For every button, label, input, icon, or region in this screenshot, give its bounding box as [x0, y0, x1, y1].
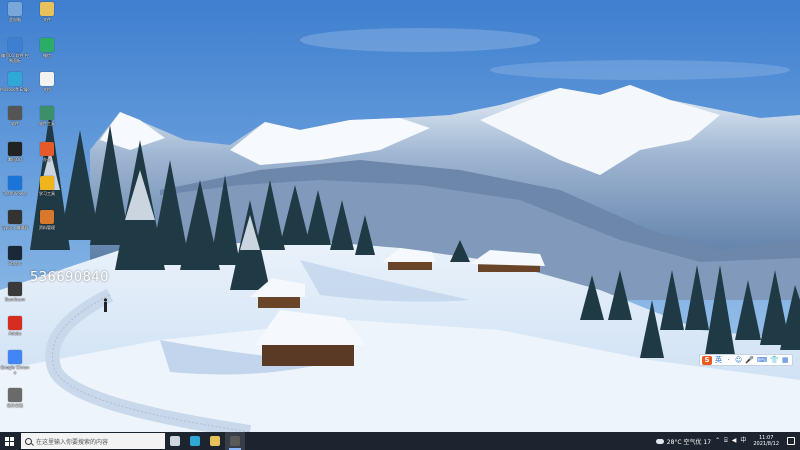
network-icon[interactable]: ⌸: [724, 438, 728, 444]
tool-icon: [40, 106, 54, 120]
taskbar-edge-button[interactable]: [185, 432, 205, 450]
desktop-icon[interactable]: 微信: [32, 38, 62, 58]
desktop-icon[interactable]: Typora 编辑器: [0, 210, 30, 230]
desktop-icon-label: Adobe: [8, 331, 22, 336]
desktop-icon[interactable]: Microsoft Edge: [0, 72, 30, 92]
taskbar: 在这里输入你要搜索的内容 28°C 空气优 17 ⌃ ⌸ ◀ 中 11:07 2…: [0, 432, 800, 450]
editor-icon: [8, 210, 22, 224]
desktop-icon-label: TeamViewer: [2, 191, 28, 196]
control-panel-icon: [8, 38, 22, 52]
desktop-icon[interactable]: 此电脑: [0, 2, 30, 22]
ime-button[interactable]: 英: [715, 356, 722, 365]
desktop-icon[interactable]: 文档: [32, 72, 62, 92]
task-view-icon: [170, 436, 180, 446]
weather-widget[interactable]: 28°C 空气优 17: [655, 437, 712, 446]
search-placeholder: 在这里输入你要搜索的内容: [36, 438, 109, 446]
notification-center-button[interactable]: [786, 432, 796, 450]
desktop-icon[interactable]: Adobe: [0, 316, 30, 336]
desktop-icon[interactable]: 办公: [32, 142, 62, 162]
steam-icon: [8, 246, 22, 260]
ime-language-icon[interactable]: 中: [740, 438, 746, 444]
clock[interactable]: 11:07 2021/8/12: [750, 435, 782, 447]
ime-button[interactable]: ·: [725, 356, 732, 365]
files-icon: [40, 210, 54, 224]
taskbar-recorder-button[interactable]: [225, 432, 245, 450]
desktop-icon[interactable]: 资料管理: [32, 210, 62, 230]
office-icon: [40, 142, 54, 156]
desktop-icon-label: 腾讯QQ: [7, 157, 23, 162]
ime-button[interactable]: 🎤: [745, 356, 754, 365]
desktop-icon-label: 文档: [43, 87, 51, 92]
desktop-icon-label: 编号01 软件 控制面板: [1, 53, 29, 63]
taskbar-file-explorer-button[interactable]: [205, 432, 225, 450]
desktop-icon-label: 此电脑: [9, 17, 21, 22]
search-icon: [25, 437, 32, 445]
desktop-icon-label: 软件: [11, 121, 19, 126]
weather-text: 28°C 空气优 17: [666, 438, 712, 446]
desktop-icon[interactable]: 学习工具: [32, 176, 62, 196]
computer-icon: [8, 2, 22, 16]
desktop-icon-label: 文件: [43, 17, 51, 22]
wallpaper: [0, 0, 800, 450]
ime-logo-icon[interactable]: S: [702, 355, 712, 365]
desktop-icon[interactable]: 软件安装: [0, 388, 30, 408]
study-icon: [40, 176, 54, 190]
chrome-icon: [8, 350, 22, 364]
desktop-icon[interactable]: Google Chrome: [0, 350, 30, 375]
desktop-icon-label: 办公: [43, 157, 51, 162]
qq-icon: [8, 142, 22, 156]
app-icon: [8, 106, 22, 120]
wechat-icon: [40, 38, 54, 52]
desktop-icon-label: 软件安装: [7, 403, 23, 408]
adobe-icon: [8, 316, 22, 330]
edge-icon: [190, 436, 200, 446]
cloud-icon: [655, 438, 664, 444]
desktop-icon[interactable]: 编号01 软件 控制面板: [0, 38, 30, 63]
ime-button[interactable]: 👕: [770, 356, 779, 365]
desktop-icon[interactable]: Steam: [0, 246, 30, 266]
edge-icon: [8, 72, 22, 86]
taskbar-task-view-button[interactable]: [165, 432, 185, 450]
taskbar-apps: [165, 432, 245, 450]
search-input[interactable]: 在这里输入你要搜索的内容: [21, 433, 165, 449]
document-icon: [40, 72, 54, 86]
desktop-icon-label: Microsoft Edge: [0, 87, 30, 92]
folder-icon: [40, 2, 54, 16]
desktop-icon-label: Google Chrome: [0, 365, 30, 375]
desktop-icon[interactable]: 软件: [0, 106, 30, 126]
notification-icon: [787, 437, 795, 445]
desktop-icon[interactable]: 软件工具: [32, 106, 62, 126]
desktop-icon[interactable]: Bandicam: [0, 282, 30, 302]
desktop-icon[interactable]: 文件: [32, 2, 62, 22]
desktop-icon-label: 微信: [43, 53, 51, 58]
recorder-icon: [8, 282, 22, 296]
desktop-icon-label: 软件工具: [39, 121, 55, 126]
desktop-icon-label: Typora 编辑器: [1, 225, 29, 230]
file-explorer-icon: [210, 436, 220, 446]
desktop-icon-label: 资料管理: [39, 225, 55, 230]
ime-button[interactable]: ▦: [782, 356, 789, 365]
teamviewer-icon: [8, 176, 22, 190]
desktop-icon-label: Bandicam: [5, 297, 25, 302]
desktop-icon[interactable]: TeamViewer: [0, 176, 30, 196]
desktop: 此电脑 文件编号01 软件 控制面板 微信 Microsoft Edge 文档软件 软件工…: [0, 0, 800, 450]
system-tray: 28°C 空气优 17 ⌃ ⌸ ◀ 中 11:07 2021/8/12: [655, 432, 800, 450]
recorder-icon: [230, 436, 240, 446]
chevron-up-icon[interactable]: ⌃: [715, 438, 720, 444]
clock-date: 2021/8/12: [753, 441, 779, 447]
installer-icon: [8, 388, 22, 402]
ime-button[interactable]: ☺: [735, 356, 742, 365]
ime-toolbar[interactable]: S 英 · ☺ 🎤 ⌨ 👕 ▦: [699, 354, 793, 366]
start-button[interactable]: [0, 432, 18, 450]
desktop-icon-label: 学习工具: [39, 191, 55, 196]
ime-button[interactable]: ⌨: [757, 356, 767, 365]
overlay-number: 536690840: [30, 270, 109, 285]
volume-icon[interactable]: ◀: [732, 438, 737, 444]
windows-logo-icon: [4, 436, 14, 446]
desktop-icon-label: Steam: [8, 261, 22, 266]
desktop-icon[interactable]: 腾讯QQ: [0, 142, 30, 162]
